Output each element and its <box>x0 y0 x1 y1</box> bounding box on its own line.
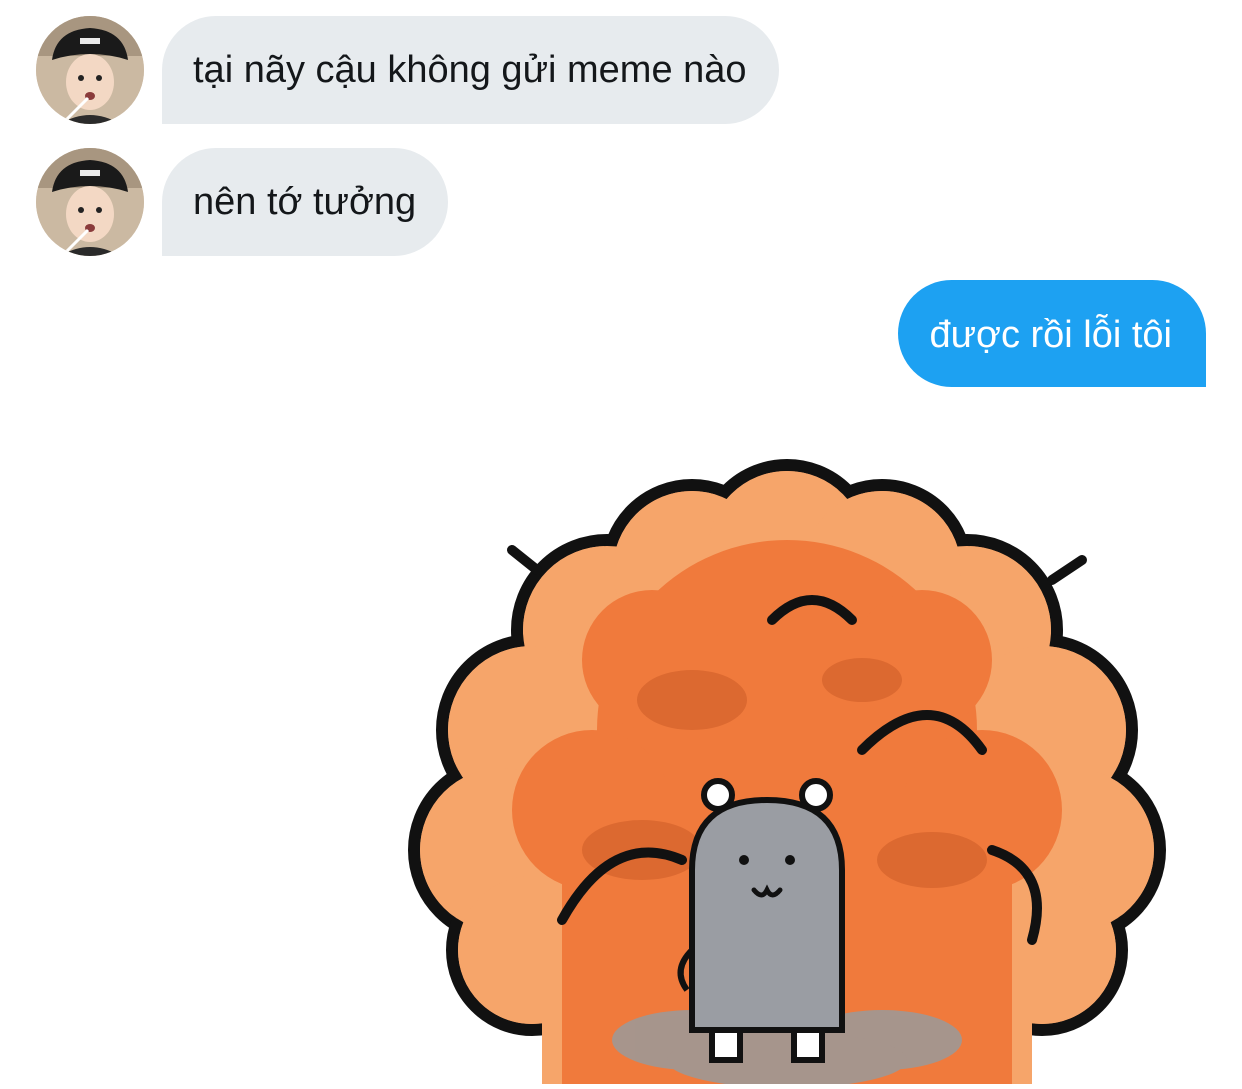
message-text: nên tớ tưởng <box>193 181 417 223</box>
explosion-bear-sticker[interactable] <box>392 430 1182 1088</box>
message-bubble-received[interactable]: tại nãy cậu không gửi meme nào <box>162 16 779 124</box>
sender-avatar[interactable] <box>36 16 144 124</box>
sender-avatar[interactable] <box>36 148 144 256</box>
dm-conversation: { "messages": [ { "sender": "other", "te… <box>0 0 1242 1088</box>
message-bubble-received[interactable]: nên tớ tưởng <box>162 148 449 256</box>
message-text: tại nãy cậu không gửi meme nào <box>193 49 747 91</box>
message-bubble-sent[interactable]: được rồi lỗi tôi <box>898 280 1206 387</box>
message-text: được rồi lỗi tôi <box>929 314 1172 356</box>
